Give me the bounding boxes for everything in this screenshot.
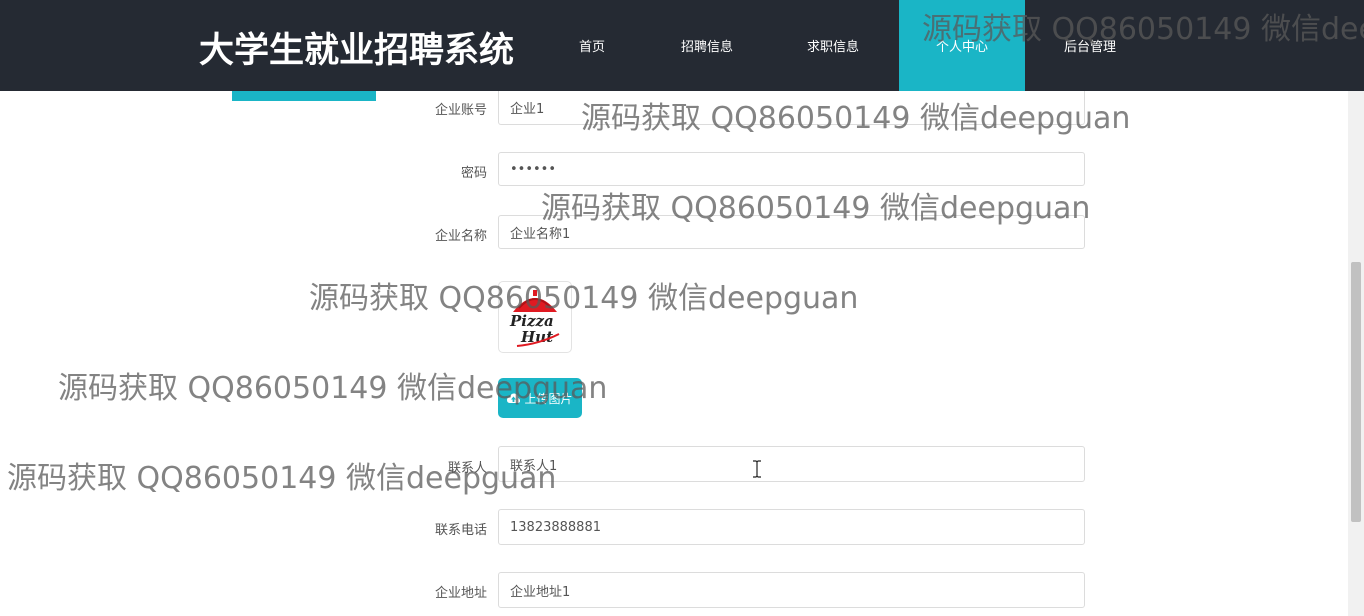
company-name-input[interactable]: 企业名称1 xyxy=(498,215,1085,249)
contact-input[interactable]: 联系人1 xyxy=(498,446,1085,482)
contact-label: 联系人 xyxy=(447,461,487,476)
text-cursor-icon xyxy=(753,460,761,478)
address-label: 企业地址 xyxy=(434,586,487,601)
pizza-hut-logo-icon: Pizza Hut xyxy=(509,290,560,347)
phone-label: 联系电话 xyxy=(434,523,487,538)
company-name-label: 企业名称 xyxy=(434,229,487,244)
nav-job-seeking-info[interactable]: 求职信息 xyxy=(770,0,896,91)
company-logo-image: Pizza Hut xyxy=(498,281,572,353)
phone-input[interactable]: 13823888881 xyxy=(498,509,1085,545)
scrollbar-thumb[interactable] xyxy=(1351,262,1361,522)
nav-recruitment-info[interactable]: 招聘信息 xyxy=(644,0,770,91)
password-input[interactable]: •••••• xyxy=(498,152,1085,186)
active-side-tab[interactable] xyxy=(232,91,376,101)
cloud-upload-icon xyxy=(507,392,521,403)
vertical-scrollbar[interactable] xyxy=(1348,0,1364,616)
top-nav-bar: 大学生就业招聘系统 首页 招聘信息 求职信息 个人中心 后台管理 xyxy=(0,0,1364,91)
nav-admin[interactable]: 后台管理 xyxy=(1027,0,1153,91)
account-input[interactable]: 企业1 xyxy=(498,91,1085,125)
site-title: 大学生就业招聘系统 xyxy=(199,31,515,71)
upload-button-label: 上传图片 xyxy=(524,391,573,406)
upload-image-button[interactable]: 上传图片 xyxy=(498,378,582,418)
address-input[interactable]: 企业地址1 xyxy=(498,572,1085,608)
nav-home[interactable]: 首页 xyxy=(529,0,655,91)
watermark-text: 源码获取 QQ86050149 微信deepguan xyxy=(309,281,859,316)
password-label: 密码 xyxy=(460,166,487,181)
nav-personal-center[interactable]: 个人中心 xyxy=(899,0,1025,91)
account-label: 企业账号 xyxy=(434,103,487,118)
